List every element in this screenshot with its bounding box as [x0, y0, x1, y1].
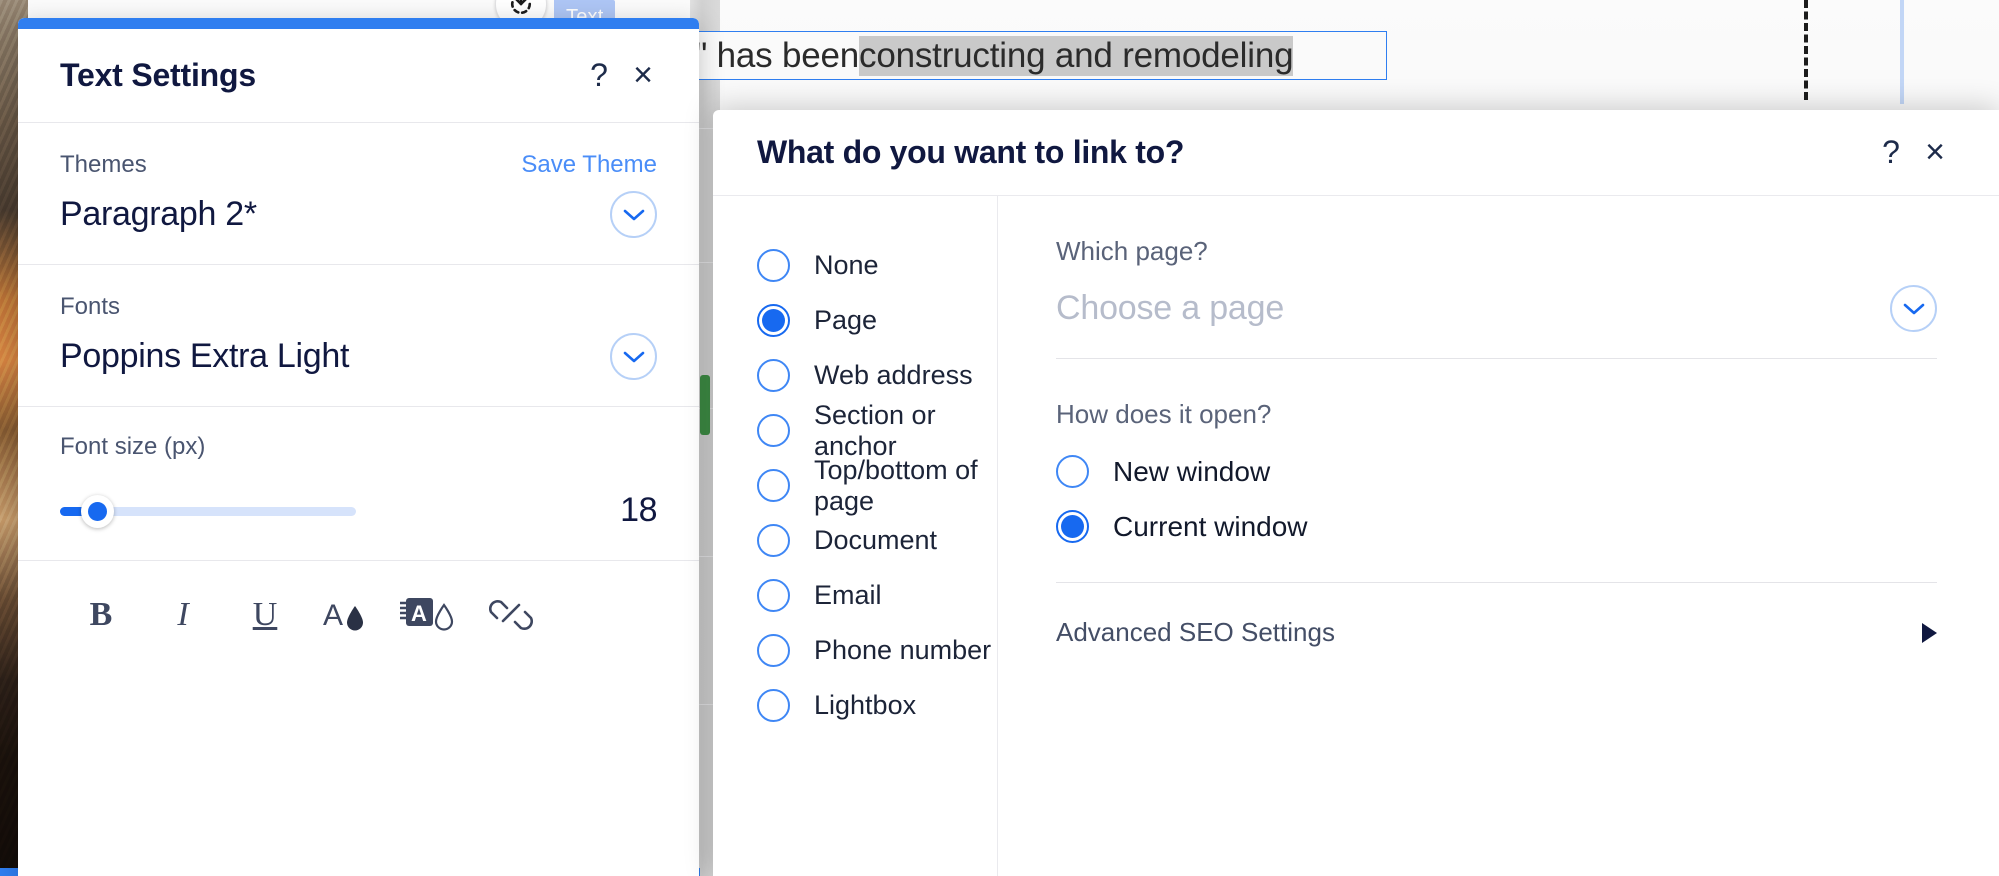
divider — [1056, 582, 1937, 583]
save-theme-button[interactable]: Save Theme — [521, 151, 657, 179]
page-edge-marker — [1900, 0, 1904, 104]
fonts-section: Fonts Poppins Extra Light — [18, 265, 699, 407]
page-select-placeholder: Choose a page — [1056, 289, 1285, 327]
link-type-option-phone-number[interactable]: Phone number — [757, 623, 997, 678]
page-select[interactable]: Choose a page — [1056, 285, 1937, 359]
link-type-option-section-or-anchor[interactable]: Section or anchor — [757, 400, 997, 461]
radio-icon[interactable] — [757, 524, 790, 557]
link-dialog-title: What do you want to link to? — [757, 134, 1185, 170]
radio-icon[interactable] — [1056, 455, 1089, 488]
advanced-seo-settings-label: Advanced SEO Settings — [1056, 617, 1335, 647]
link-type-label: Phone number — [814, 635, 992, 665]
radio-icon[interactable] — [757, 469, 790, 502]
link-type-option-top-bottom-of-page[interactable]: Top/bottom of page — [757, 455, 997, 516]
font-dropdown-chevron-down-icon[interactable] — [610, 333, 657, 380]
help-icon[interactable]: ? — [1869, 131, 1913, 175]
link-type-option-page[interactable]: Page — [757, 293, 997, 348]
link-type-label: Top/bottom of page — [814, 454, 978, 516]
font-size-label: Font size (px) — [60, 433, 206, 460]
underline-icon[interactable]: U — [224, 583, 306, 647]
close-icon[interactable]: × — [621, 54, 665, 98]
format-toolbar: B I U A A — [18, 561, 699, 647]
svg-text:A: A — [411, 601, 427, 626]
open-option-label: New window — [1113, 455, 1271, 487]
page-element-accent — [700, 375, 710, 435]
link-type-option-email[interactable]: Email — [757, 568, 997, 623]
themes-label: Themes — [60, 151, 147, 178]
radio-icon[interactable] — [757, 414, 790, 447]
fonts-label: Fonts — [60, 293, 121, 320]
font-size-slider[interactable] — [60, 494, 356, 528]
link-dialog-header: What do you want to link to? ? × — [713, 110, 1999, 196]
radio-selected-icon[interactable] — [1056, 510, 1089, 543]
page-boundary-guide — [1804, 0, 1808, 100]
help-icon[interactable]: ? — [577, 54, 621, 98]
radio-icon[interactable] — [757, 249, 790, 282]
link-type-option-none[interactable]: None — [757, 238, 997, 293]
open-option-new-window[interactable]: New window — [1056, 444, 1937, 499]
page-select-chevron-down-icon[interactable] — [1890, 285, 1937, 332]
themes-section: Themes Save Theme Paragraph 2* — [18, 123, 699, 265]
which-page-label: Which page? — [1056, 236, 1208, 266]
text-color-icon[interactable]: A — [306, 583, 388, 647]
radio-icon[interactable] — [757, 689, 790, 722]
link-type-list: None Page Web address Section or anchor … — [713, 196, 998, 876]
text-settings-panel: Text Settings ? × Themes Save Theme Para… — [18, 18, 699, 876]
highlight-color-icon[interactable]: A — [388, 583, 470, 647]
radio-icon[interactable] — [757, 359, 790, 392]
theme-dropdown-chevron-down-icon[interactable] — [610, 191, 657, 238]
link-type-label: Document — [814, 525, 938, 555]
how-does-it-open-label: How does it open? — [1056, 399, 1272, 429]
bold-icon[interactable]: B — [60, 583, 142, 647]
link-type-label: Web address — [814, 360, 973, 390]
radio-selected-icon[interactable] — [757, 304, 790, 337]
how-does-it-open-group: How does it open? New window Current win… — [1056, 399, 1937, 554]
link-dialog-body: None Page Web address Section or anchor … — [713, 196, 1999, 876]
panel-accent-bar — [18, 18, 699, 29]
panel-title: Text Settings — [60, 57, 256, 93]
open-option-current-window[interactable]: Current window — [1056, 499, 1937, 554]
font-size-value: 18 — [620, 491, 657, 529]
link-dialog: What do you want to link to? ? × None Pa… — [713, 110, 1999, 876]
link-type-label: Email — [814, 580, 882, 610]
font-value: Poppins Extra Light — [60, 337, 350, 375]
link-type-option-lightbox[interactable]: Lightbox — [757, 678, 997, 733]
radio-icon[interactable] — [757, 579, 790, 612]
link-type-option-document[interactable]: Document — [757, 513, 997, 568]
radio-icon[interactable] — [757, 634, 790, 667]
text-settings-header: Text Settings ? × — [18, 29, 699, 123]
link-type-label: Lightbox — [814, 690, 917, 720]
slider-thumb[interactable] — [81, 494, 114, 528]
text-selected-run: constructing and remodeling — [859, 36, 1294, 76]
link-type-label: Section or anchor — [814, 399, 936, 461]
link-config-pane: Which page? Choose a page How does it op… — [998, 196, 1999, 876]
link-type-label: None — [814, 250, 879, 280]
advanced-seo-settings-row[interactable]: Advanced SEO Settings — [1056, 617, 1937, 648]
chevron-right-icon[interactable] — [1922, 622, 1937, 643]
svg-text:A: A — [323, 599, 343, 632]
link-type-label: Page — [814, 305, 878, 335]
open-option-label: Current window — [1113, 510, 1308, 542]
close-icon[interactable]: × — [1913, 131, 1957, 175]
theme-value: Paragraph 2* — [60, 195, 257, 233]
link-type-option-web-address[interactable]: Web address — [757, 348, 997, 403]
link-icon[interactable] — [470, 583, 552, 647]
font-size-section: Font size (px) 18 — [18, 407, 699, 561]
italic-icon[interactable]: I — [142, 583, 224, 647]
